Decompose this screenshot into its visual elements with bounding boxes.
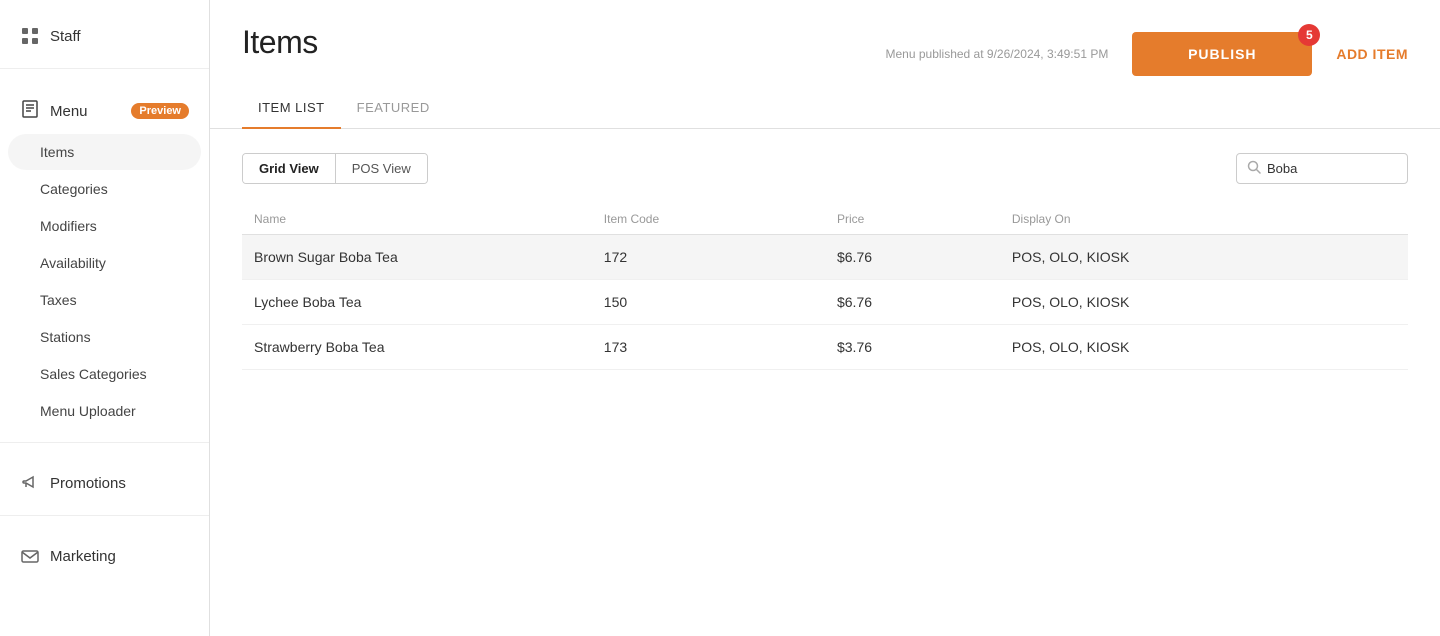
sidebar-item-stations[interactable]: Stations (8, 319, 201, 355)
sidebar-item-menu-uploader[interactable]: Menu Uploader (8, 393, 201, 429)
col-header-code: Item Code (592, 204, 825, 235)
search-icon (1247, 160, 1261, 177)
tabs: ITEM LIST FEATURED (210, 76, 1440, 129)
book-icon (20, 99, 40, 123)
header-actions: Menu published at 9/26/2024, 3:49:51 PM … (886, 24, 1409, 76)
megaphone-icon (20, 473, 40, 493)
add-item-button[interactable]: ADD ITEM (1336, 46, 1408, 62)
tab-featured[interactable]: FEATURED (341, 92, 446, 129)
publish-badge: 5 (1298, 24, 1320, 46)
cell-name: Lychee Boba Tea (242, 280, 592, 325)
cell-price: $6.76 (825, 235, 1000, 280)
publish-status: Menu published at 9/26/2024, 3:49:51 PM (886, 47, 1109, 61)
sidebar-item-modifiers[interactable]: Modifiers (8, 208, 201, 244)
pos-view-button[interactable]: POS View (336, 154, 427, 183)
cell-display: POS, OLO, KIOSK (1000, 235, 1408, 280)
sidebar-item-staff[interactable]: Staff (0, 16, 209, 56)
table-row[interactable]: Strawberry Boba Tea 173 $3.76 POS, OLO, … (242, 325, 1408, 370)
cell-code: 172 (592, 235, 825, 280)
sidebar-menu-header[interactable]: Menu Preview (0, 89, 209, 133)
grid-icon (20, 26, 40, 46)
publish-btn-wrapper: PUBLISH 5 (1132, 32, 1312, 76)
view-toggle-bar: Grid View POS View (242, 153, 1408, 184)
mail-icon (20, 546, 40, 566)
sidebar-staff-label: Staff (50, 28, 81, 45)
sidebar-item-availability[interactable]: Availability (8, 245, 201, 281)
main-content: Items Menu published at 9/26/2024, 3:49:… (210, 0, 1440, 636)
cell-display: POS, OLO, KIOSK (1000, 325, 1408, 370)
preview-badge: Preview (131, 103, 189, 119)
sidebar-menu-label: Menu (50, 103, 88, 120)
sidebar-marketing-label: Marketing (50, 548, 116, 565)
cell-price: $3.76 (825, 325, 1000, 370)
sidebar-item-categories[interactable]: Categories (8, 171, 201, 207)
search-box (1236, 153, 1408, 184)
view-toggle-buttons: Grid View POS View (242, 153, 428, 184)
col-header-price: Price (825, 204, 1000, 235)
content-area: Grid View POS View Name Item Code (210, 129, 1440, 636)
sidebar-item-taxes[interactable]: Taxes (8, 282, 201, 318)
cell-code: 173 (592, 325, 825, 370)
col-header-name: Name (242, 204, 592, 235)
sidebar: Staff Menu Preview Items (0, 0, 210, 636)
items-table: Name Item Code Price Display On Brown Su… (242, 204, 1408, 370)
table-row[interactable]: Brown Sugar Boba Tea 172 $6.76 POS, OLO,… (242, 235, 1408, 280)
search-input[interactable] (1267, 161, 1397, 176)
sidebar-item-promotions[interactable]: Promotions (0, 463, 209, 503)
publish-button[interactable]: PUBLISH (1132, 32, 1312, 76)
cell-name: Brown Sugar Boba Tea (242, 235, 592, 280)
cell-name: Strawberry Boba Tea (242, 325, 592, 370)
cell-display: POS, OLO, KIOSK (1000, 280, 1408, 325)
cell-code: 150 (592, 280, 825, 325)
sidebar-item-sales-categories[interactable]: Sales Categories (8, 356, 201, 392)
tab-item-list[interactable]: ITEM LIST (242, 92, 341, 129)
table-header-row: Name Item Code Price Display On (242, 204, 1408, 235)
cell-price: $6.76 (825, 280, 1000, 325)
main-header: Items Menu published at 9/26/2024, 3:49:… (210, 0, 1440, 76)
sidebar-promotions-label: Promotions (50, 475, 126, 492)
sidebar-item-items[interactable]: Items (8, 134, 201, 170)
table-row[interactable]: Lychee Boba Tea 150 $6.76 POS, OLO, KIOS… (242, 280, 1408, 325)
col-header-display: Display On (1000, 204, 1408, 235)
page-title: Items (242, 24, 318, 61)
sidebar-item-marketing[interactable]: Marketing (0, 536, 209, 576)
grid-view-button[interactable]: Grid View (243, 154, 336, 183)
